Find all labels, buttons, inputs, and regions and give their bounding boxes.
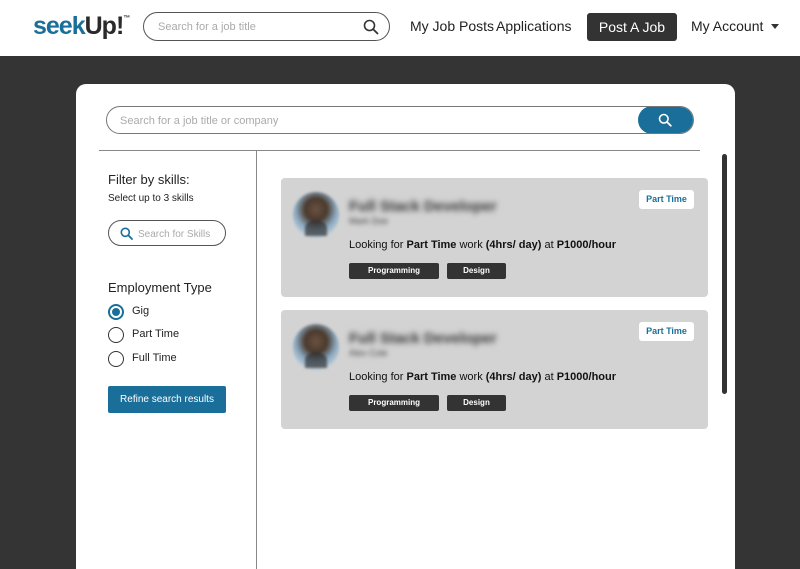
logo-part-seek: seek [33,12,86,40]
employment-option-label: Gig [132,305,150,317]
employment-option-label: Full Time [132,352,177,364]
skill-tag: Design [447,395,506,411]
job-title: Full Stack Developer [349,198,497,215]
main-search-box [106,106,694,134]
desc-type: Part Time [406,371,457,383]
desc-text: at [541,371,557,383]
desc-text: at [541,239,557,251]
desc-text: Looking for [349,371,407,383]
refine-search-button[interactable]: Refine search results [108,386,226,413]
desc-text: Looking for [349,239,407,251]
job-card[interactable]: Full Stack Developer Mark Doe Part Time … [281,178,708,297]
employment-badge: Part Time [639,190,694,209]
desc-type: Part Time [406,239,457,251]
job-description: Looking for Part Time work (4hrs/ day) a… [349,239,616,251]
caret-down-icon [771,23,780,29]
logo-trademark: ™ [123,15,131,22]
employment-badge: Part Time [639,322,694,341]
main-panel: Filter by skills: Select up to 3 skills … [76,84,735,569]
job-title: Full Stack Developer [349,330,497,347]
post-a-job-button[interactable]: Post A Job [587,13,677,41]
skill-tag: Programming [349,395,439,411]
radio-unselected[interactable] [108,327,124,343]
my-account-menu[interactable]: My Account [691,18,780,34]
vertical-divider [256,150,257,569]
avatar [293,192,339,238]
skill-search-box [108,220,226,246]
job-description: Looking for Part Time work (4hrs/ day) a… [349,371,616,383]
my-account-label: My Account [691,18,764,34]
employment-option-label: Part Time [132,328,180,340]
radio-unselected[interactable] [108,351,124,367]
top-navbar: seekUp!™ My Job Posts Applications Post … [0,0,800,56]
skill-tag: Design [447,263,506,279]
employment-type-title: Employment Type [108,280,212,295]
desc-hours: (4hrs/ day) [485,239,542,251]
skill-search-input[interactable] [138,227,220,241]
desc-text: work [456,371,486,383]
desc-hours: (4hrs/ day) [485,371,542,383]
desc-text: work [456,239,486,251]
nav-my-job-posts[interactable]: My Job Posts [410,18,494,34]
job-card[interactable]: Full Stack Developer Alex Cole Part Time… [281,310,708,429]
desc-rate: P1000/hour [556,371,617,383]
nav-applications[interactable]: Applications [496,18,572,34]
job-company: Alex Cole [349,348,388,358]
search-icon [658,113,672,127]
search-icon[interactable] [363,19,379,35]
skill-tag: Programming [349,263,439,279]
header-search-input[interactable] [158,19,353,35]
horizontal-divider [99,150,700,151]
filter-skills-subtitle: Select up to 3 skills [108,193,194,204]
desc-rate: P1000/hour [556,239,617,251]
search-icon [120,227,133,240]
header-search-box [143,12,390,41]
main-search-button[interactable] [638,107,693,133]
logo-part-up: Up! [84,12,125,40]
main-search-input[interactable] [120,113,620,129]
avatar [293,324,339,370]
filter-skills-title: Filter by skills: [108,172,190,187]
radio-selected[interactable] [108,304,124,320]
results-scrollbar[interactable] [722,154,727,394]
logo[interactable]: seekUp!™ [33,12,130,41]
job-company: Mark Doe [349,216,389,226]
